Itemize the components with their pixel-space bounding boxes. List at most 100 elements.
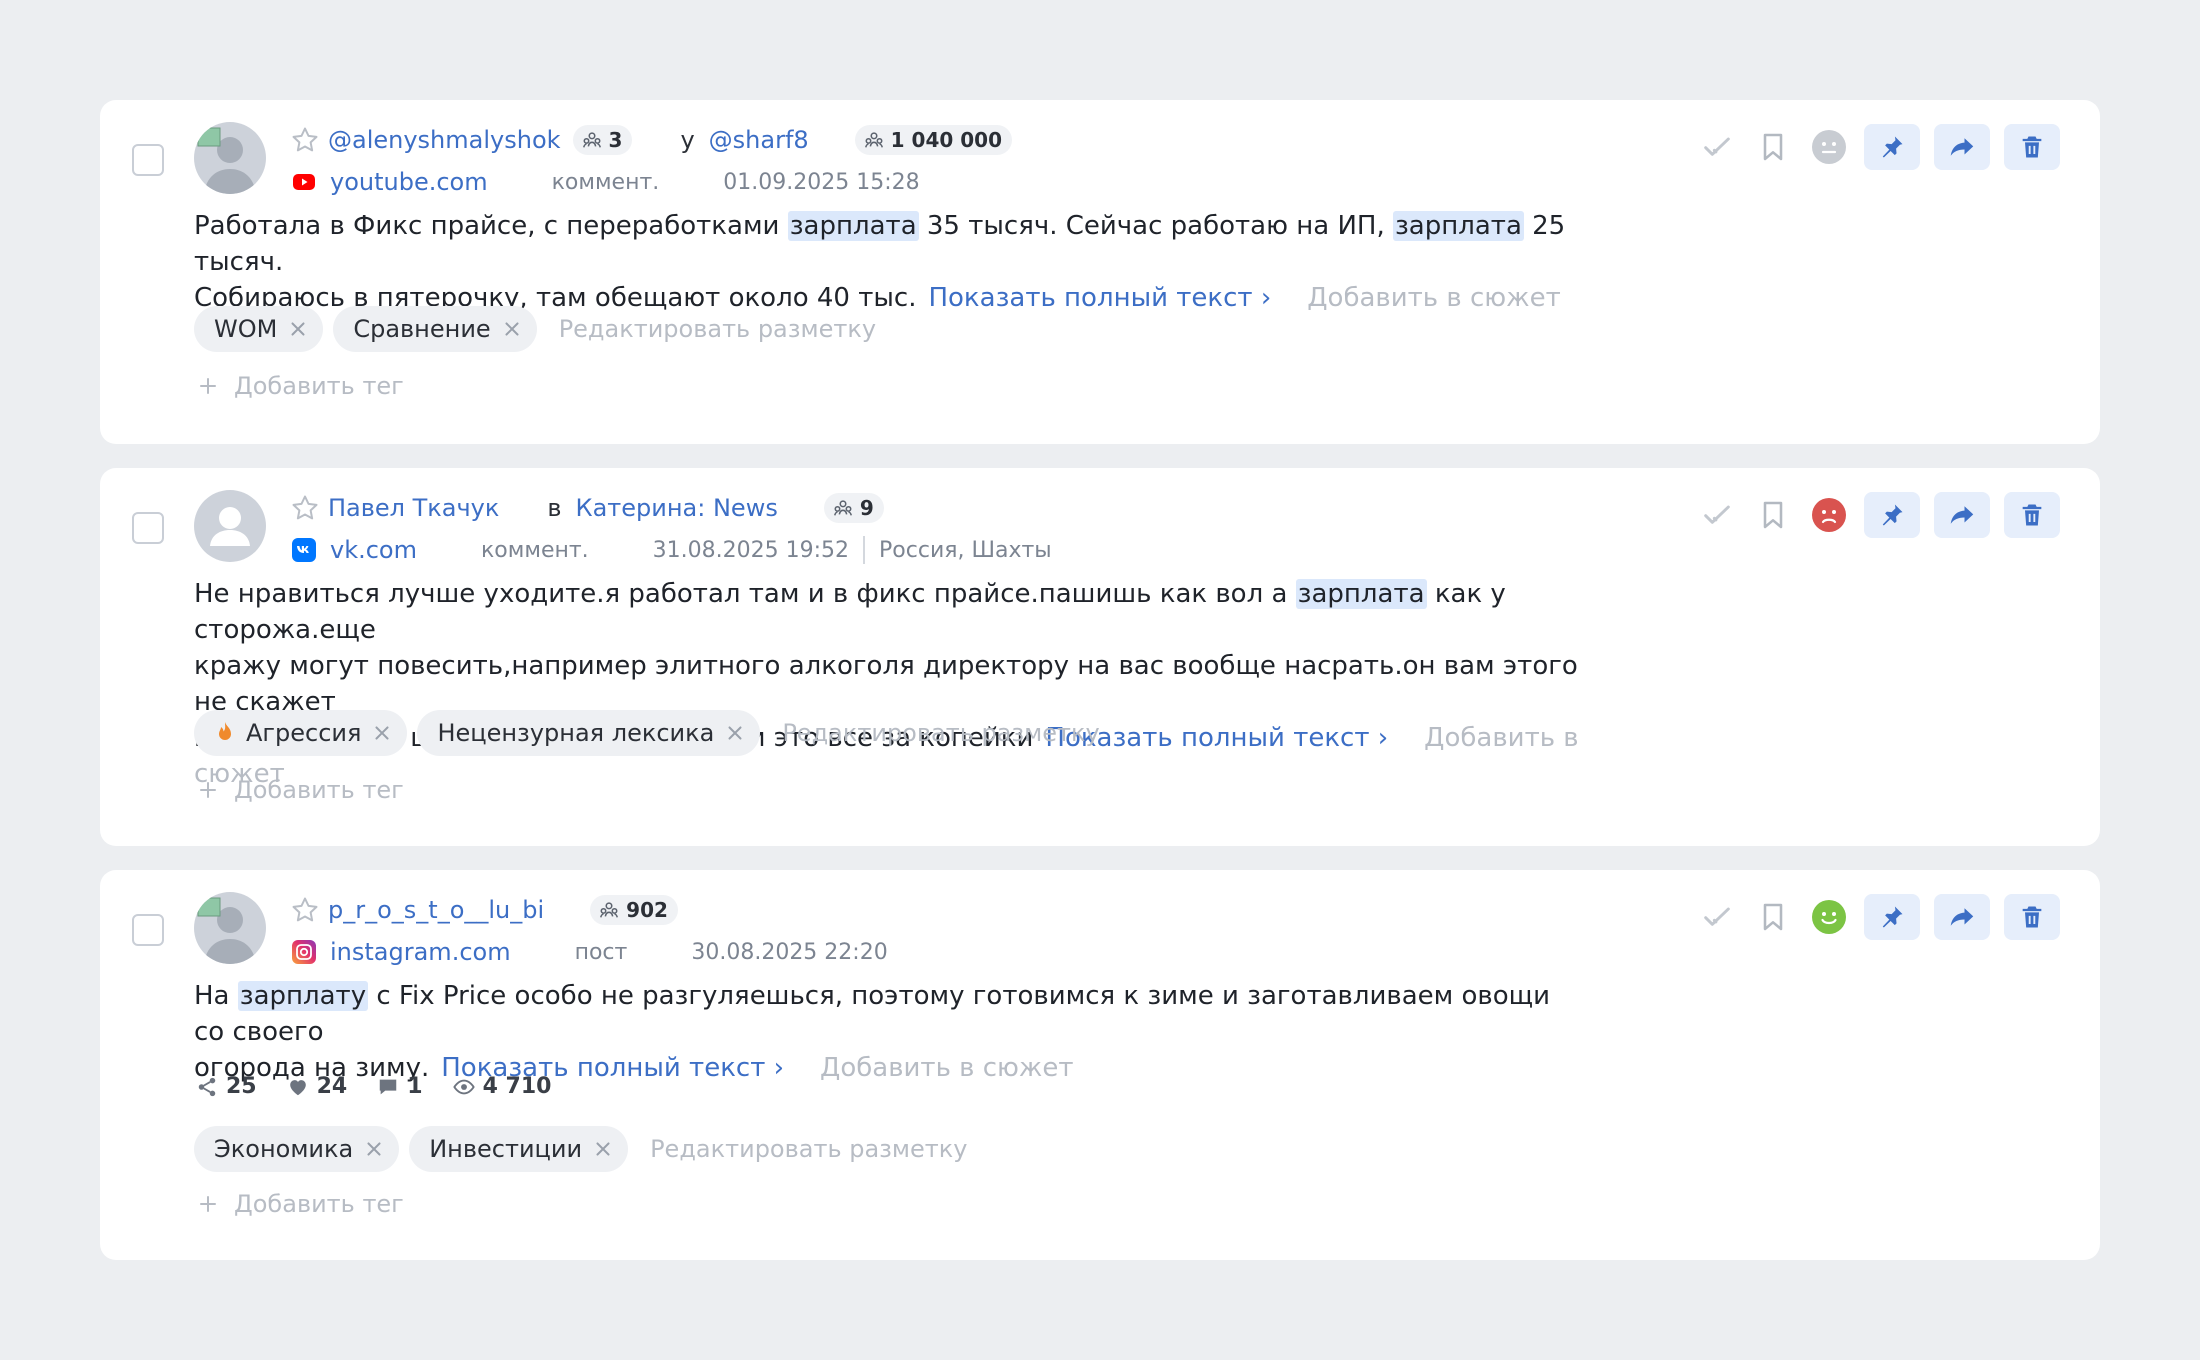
bookmark-icon — [1757, 901, 1789, 933]
audience-count: 1 040 000 — [890, 128, 1003, 152]
pin-button[interactable] — [1864, 894, 1920, 940]
close-icon[interactable] — [371, 722, 393, 744]
plus-icon — [196, 374, 220, 398]
star-icon[interactable] — [290, 493, 320, 523]
tag-chip: Агрессия — [194, 710, 408, 756]
close-icon[interactable] — [287, 318, 309, 340]
check-icon — [1701, 499, 1733, 531]
bookmark-icon — [1757, 131, 1789, 163]
delete-button[interactable] — [2004, 124, 2060, 170]
views-count: 4 710 — [482, 1074, 552, 1099]
vk-icon — [292, 538, 316, 562]
neutral-face-icon — [1812, 130, 1846, 164]
author-link[interactable]: Павел Ткачук — [328, 494, 499, 522]
add-to-story-link[interactable]: Добавить в сюжет — [820, 1053, 1073, 1083]
chevron-down-icon[interactable] — [817, 127, 843, 153]
source-link[interactable]: instagram.com — [330, 938, 511, 966]
comment-icon — [377, 1076, 399, 1098]
chevron-down-icon[interactable] — [425, 537, 451, 563]
reposts-count: 25 — [226, 1074, 257, 1099]
pin-button[interactable] — [1864, 492, 1920, 538]
tag-chip: Сравнение — [333, 306, 537, 352]
audience-count: 3 — [608, 128, 623, 152]
share-button[interactable] — [1934, 894, 1990, 940]
add-tag-label: Добавить тег — [234, 1190, 404, 1218]
target-link[interactable]: @sharf8 — [709, 126, 809, 154]
sentiment-button[interactable] — [1808, 126, 1850, 168]
text-fragment: Работала в Фикс прайсе, с переработками — [194, 211, 788, 241]
share-button[interactable] — [1934, 492, 1990, 538]
author-link[interactable]: p_r_o_s_t_o__lu_bi — [328, 896, 544, 924]
bookmark-button[interactable] — [1752, 494, 1794, 536]
share-button[interactable] — [1934, 124, 1990, 170]
sentiment-button[interactable] — [1808, 494, 1850, 536]
tag-label: Экономика — [214, 1135, 354, 1163]
star-icon[interactable] — [290, 125, 320, 155]
source-link[interactable]: vk.com — [330, 536, 417, 564]
avatar[interactable] — [194, 490, 266, 562]
chevron-down-icon[interactable] — [496, 169, 522, 195]
chevron-down-icon[interactable] — [597, 537, 623, 563]
mark-processed-button[interactable] — [1696, 494, 1738, 536]
likes-count: 24 — [316, 1074, 348, 1099]
close-icon[interactable] — [724, 722, 746, 744]
avatar[interactable] — [194, 892, 266, 964]
delete-button[interactable] — [2004, 894, 2060, 940]
pin-icon — [1878, 501, 1906, 529]
text-fragment: 35 тысяч. Сейчас работаю на ИП, — [918, 211, 1393, 241]
add-tag-button[interactable]: Добавить тег — [196, 372, 404, 400]
bookmark-button[interactable] — [1752, 126, 1794, 168]
close-icon[interactable] — [363, 1138, 385, 1160]
pin-button[interactable] — [1864, 124, 1920, 170]
mark-processed-button[interactable] — [1696, 896, 1738, 938]
select-checkbox[interactable] — [132, 512, 164, 544]
close-icon[interactable] — [501, 318, 523, 340]
delete-button[interactable] — [2004, 492, 2060, 538]
add-to-story-link[interactable]: Добавить в сюжет — [1307, 283, 1560, 313]
author-link[interactable]: @alenyshmalyshok — [328, 126, 561, 154]
chevron-down-icon[interactable] — [635, 939, 661, 965]
reposts-stat: 25 — [196, 1074, 257, 1099]
add-tag-button[interactable]: Добавить тег — [196, 1190, 404, 1218]
add-tag-button[interactable]: Добавить тег — [196, 776, 404, 804]
select-checkbox[interactable] — [132, 914, 164, 946]
mention-card: p_r_o_s_t_o__lu_bi 902 instagram.com пос… — [100, 870, 2100, 1260]
chevron-down-icon[interactable] — [519, 939, 545, 965]
chevron-down-icon[interactable] — [640, 127, 666, 153]
edit-markup-link[interactable]: Редактировать разметку — [559, 315, 876, 343]
tag-label: Нецензурная лексика — [437, 719, 715, 747]
post-type[interactable]: пост — [575, 940, 628, 965]
chevron-right-icon: › — [1377, 723, 1389, 753]
text-fragment: Не нравиться лучше уходите.я работал там… — [194, 579, 1296, 609]
close-icon[interactable] — [592, 1138, 614, 1160]
keyword-highlight: зарплата — [1295, 579, 1427, 609]
show-full-text-link[interactable]: Показать полный текст › — [928, 283, 1271, 313]
chevron-down-icon[interactable] — [507, 495, 533, 521]
keyword-highlight: зарплата — [1392, 211, 1524, 241]
target-link[interactable]: Катерина: News — [576, 494, 778, 522]
chevron-down-icon[interactable] — [667, 169, 693, 195]
edit-markup-link[interactable]: Редактировать разметку — [782, 719, 1099, 747]
avatar[interactable] — [194, 122, 266, 194]
post-text: Работала в Фикс прайсе, с переработками … — [194, 208, 1580, 316]
pin-icon — [1878, 133, 1906, 161]
star-icon[interactable] — [290, 895, 320, 925]
bookmark-icon — [1757, 499, 1789, 531]
check-icon — [1701, 901, 1733, 933]
bookmark-button[interactable] — [1752, 896, 1794, 938]
post-text: Не нравиться лучше уходите.я работал там… — [194, 576, 1580, 792]
chevron-down-icon[interactable] — [552, 897, 578, 923]
engagement-stats: 25 24 1 4 710 — [196, 1074, 551, 1099]
select-checkbox[interactable] — [132, 144, 164, 176]
chevron-down-icon[interactable] — [786, 495, 812, 521]
share-icon — [1947, 500, 1977, 530]
positive-face-icon — [1812, 900, 1846, 934]
tag-chip: Нецензурная лексика — [417, 710, 761, 756]
mark-processed-button[interactable] — [1696, 126, 1738, 168]
sentiment-button[interactable] — [1808, 896, 1850, 938]
post-type[interactable]: коммент. — [481, 538, 589, 563]
edit-markup-link[interactable]: Редактировать разметку — [650, 1135, 967, 1163]
share-icon — [1947, 902, 1977, 932]
source-link[interactable]: youtube.com — [330, 168, 488, 196]
post-type[interactable]: коммент. — [552, 170, 660, 195]
